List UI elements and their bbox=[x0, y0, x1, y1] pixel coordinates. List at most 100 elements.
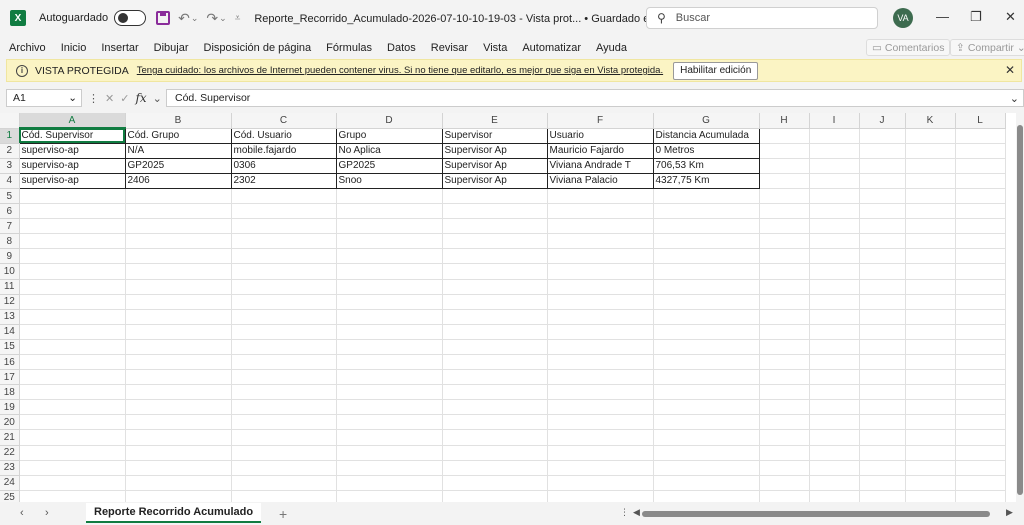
row-header[interactable]: 20 bbox=[0, 414, 20, 431]
cell-d8[interactable] bbox=[336, 233, 443, 250]
spreadsheet-grid[interactable]: ABCDEFGHIJKL 1 Cód. Supervisor Cód. Grupo C… bbox=[0, 113, 1016, 502]
cell-a21[interactable] bbox=[19, 429, 126, 446]
cell-e18[interactable] bbox=[442, 384, 548, 401]
cell-c16[interactable] bbox=[231, 354, 337, 371]
cell-f11[interactable] bbox=[547, 279, 654, 295]
more-options-icon[interactable]: ⋮ bbox=[88, 92, 99, 105]
cell-k1[interactable] bbox=[905, 128, 956, 144]
cell-f13[interactable] bbox=[547, 309, 654, 325]
cell-e23[interactable] bbox=[442, 460, 548, 476]
cell-j6[interactable] bbox=[859, 203, 906, 220]
cell-l8[interactable] bbox=[955, 233, 1006, 250]
cell-a8[interactable] bbox=[19, 233, 126, 250]
select-all-corner[interactable] bbox=[0, 113, 20, 129]
cell-f6[interactable] bbox=[547, 203, 654, 220]
cell-f25[interactable] bbox=[547, 490, 654, 502]
cell-a11[interactable] bbox=[19, 279, 126, 295]
cell-k5[interactable] bbox=[905, 188, 956, 205]
vertical-scroll-thumb[interactable] bbox=[1017, 125, 1023, 495]
cell-k16[interactable] bbox=[905, 354, 956, 371]
cell-a25[interactable] bbox=[19, 490, 126, 502]
cell-c14[interactable] bbox=[231, 324, 337, 340]
cell-i5[interactable] bbox=[809, 188, 860, 205]
cell-l11[interactable] bbox=[955, 279, 1006, 295]
cell-l2[interactable] bbox=[955, 143, 1006, 159]
cell-b20[interactable] bbox=[125, 414, 232, 431]
menu-disposicion[interactable]: Disposición de página bbox=[204, 42, 312, 54]
cell-k8[interactable] bbox=[905, 233, 956, 250]
add-sheet-icon[interactable]: + bbox=[279, 506, 287, 522]
cell-c19[interactable] bbox=[231, 399, 337, 416]
save-icon[interactable] bbox=[156, 11, 171, 25]
row-header[interactable]: 3 bbox=[0, 158, 20, 174]
cell-c9[interactable] bbox=[231, 248, 337, 265]
cell-b8[interactable] bbox=[125, 233, 232, 250]
cell-d7[interactable] bbox=[336, 218, 443, 235]
cell-i23[interactable] bbox=[809, 460, 860, 476]
cell-c22[interactable] bbox=[231, 445, 337, 461]
cell-l12[interactable] bbox=[955, 294, 1006, 310]
cell-i11[interactable] bbox=[809, 279, 860, 295]
close-icon[interactable]: ✕ bbox=[1005, 9, 1016, 25]
undo-icon[interactable]: ↶ bbox=[178, 10, 190, 27]
row-header[interactable]: 13 bbox=[0, 309, 20, 325]
cell-h16[interactable] bbox=[759, 354, 810, 371]
cell-k21[interactable] bbox=[905, 429, 956, 446]
row-header[interactable]: 10 bbox=[0, 263, 20, 280]
cell-g10[interactable] bbox=[653, 263, 760, 280]
cell-l18[interactable] bbox=[955, 384, 1006, 401]
cell-l13[interactable] bbox=[955, 309, 1006, 325]
cell-h12[interactable] bbox=[759, 294, 810, 310]
cell-i25[interactable] bbox=[809, 490, 860, 502]
cell-j7[interactable] bbox=[859, 218, 906, 235]
cell-f22[interactable] bbox=[547, 445, 654, 461]
cell-a10[interactable] bbox=[19, 263, 126, 280]
cell-d5[interactable] bbox=[336, 188, 443, 205]
cell-e12[interactable] bbox=[442, 294, 548, 310]
sheet-table[interactable]: ABCDEFGHIJKL 1 Cód. Supervisor Cód. Grupo C… bbox=[0, 113, 1006, 502]
close-icon[interactable]: ✕ bbox=[1005, 63, 1015, 77]
cell-j10[interactable] bbox=[859, 263, 906, 280]
cell-g16[interactable] bbox=[653, 354, 760, 371]
row-header[interactable]: 22 bbox=[0, 445, 20, 461]
cell-g21[interactable] bbox=[653, 429, 760, 446]
cell-c18[interactable] bbox=[231, 384, 337, 401]
cell-l21[interactable] bbox=[955, 429, 1006, 446]
cell-h10[interactable] bbox=[759, 263, 810, 280]
cell-e1[interactable]: Supervisor bbox=[441, 127, 548, 144]
cell-a6[interactable] bbox=[19, 203, 126, 220]
cell-c24[interactable] bbox=[231, 475, 337, 491]
cell-g24[interactable] bbox=[653, 475, 760, 491]
cell-j22[interactable] bbox=[859, 445, 906, 461]
cancel-icon[interactable]: ✕ bbox=[105, 92, 114, 105]
cell-g7[interactable] bbox=[653, 218, 760, 235]
cell-j21[interactable] bbox=[859, 429, 906, 446]
row-header[interactable]: 24 bbox=[0, 475, 20, 491]
cell-a15[interactable] bbox=[19, 339, 126, 356]
cell-c2[interactable]: mobile.fajardo bbox=[230, 142, 337, 159]
more-icon[interactable]: ⋮ bbox=[620, 507, 629, 518]
row-header[interactable]: 9 bbox=[0, 248, 20, 265]
undo-dropdown-icon[interactable]: ⌄ bbox=[191, 13, 199, 24]
cell-g14[interactable] bbox=[653, 324, 760, 340]
cell-c4[interactable]: 2302 bbox=[230, 172, 337, 189]
row-header[interactable]: 11 bbox=[0, 279, 20, 295]
cell-f8[interactable] bbox=[547, 233, 654, 250]
cell-c10[interactable] bbox=[231, 263, 337, 280]
cell-d17[interactable] bbox=[336, 369, 443, 386]
sheet-tab-active[interactable]: Reporte Recorrido Acumulado bbox=[86, 503, 262, 523]
cell-e9[interactable] bbox=[442, 248, 548, 265]
cell-e22[interactable] bbox=[442, 445, 548, 461]
cell-b14[interactable] bbox=[125, 324, 232, 340]
cell-k13[interactable] bbox=[905, 309, 956, 325]
cell-e10[interactable] bbox=[442, 263, 548, 280]
cell-d15[interactable] bbox=[336, 339, 443, 356]
cell-i8[interactable] bbox=[809, 233, 860, 250]
autosave-toggle[interactable] bbox=[114, 10, 147, 26]
vertical-scrollbar[interactable] bbox=[1016, 113, 1024, 502]
cell-f20[interactable] bbox=[547, 414, 654, 431]
column-header-d[interactable]: D bbox=[336, 113, 443, 129]
cell-l23[interactable] bbox=[955, 460, 1006, 476]
next-sheet-icon[interactable]: › bbox=[45, 507, 49, 519]
menu-dibujar[interactable]: Dibujar bbox=[154, 42, 189, 54]
